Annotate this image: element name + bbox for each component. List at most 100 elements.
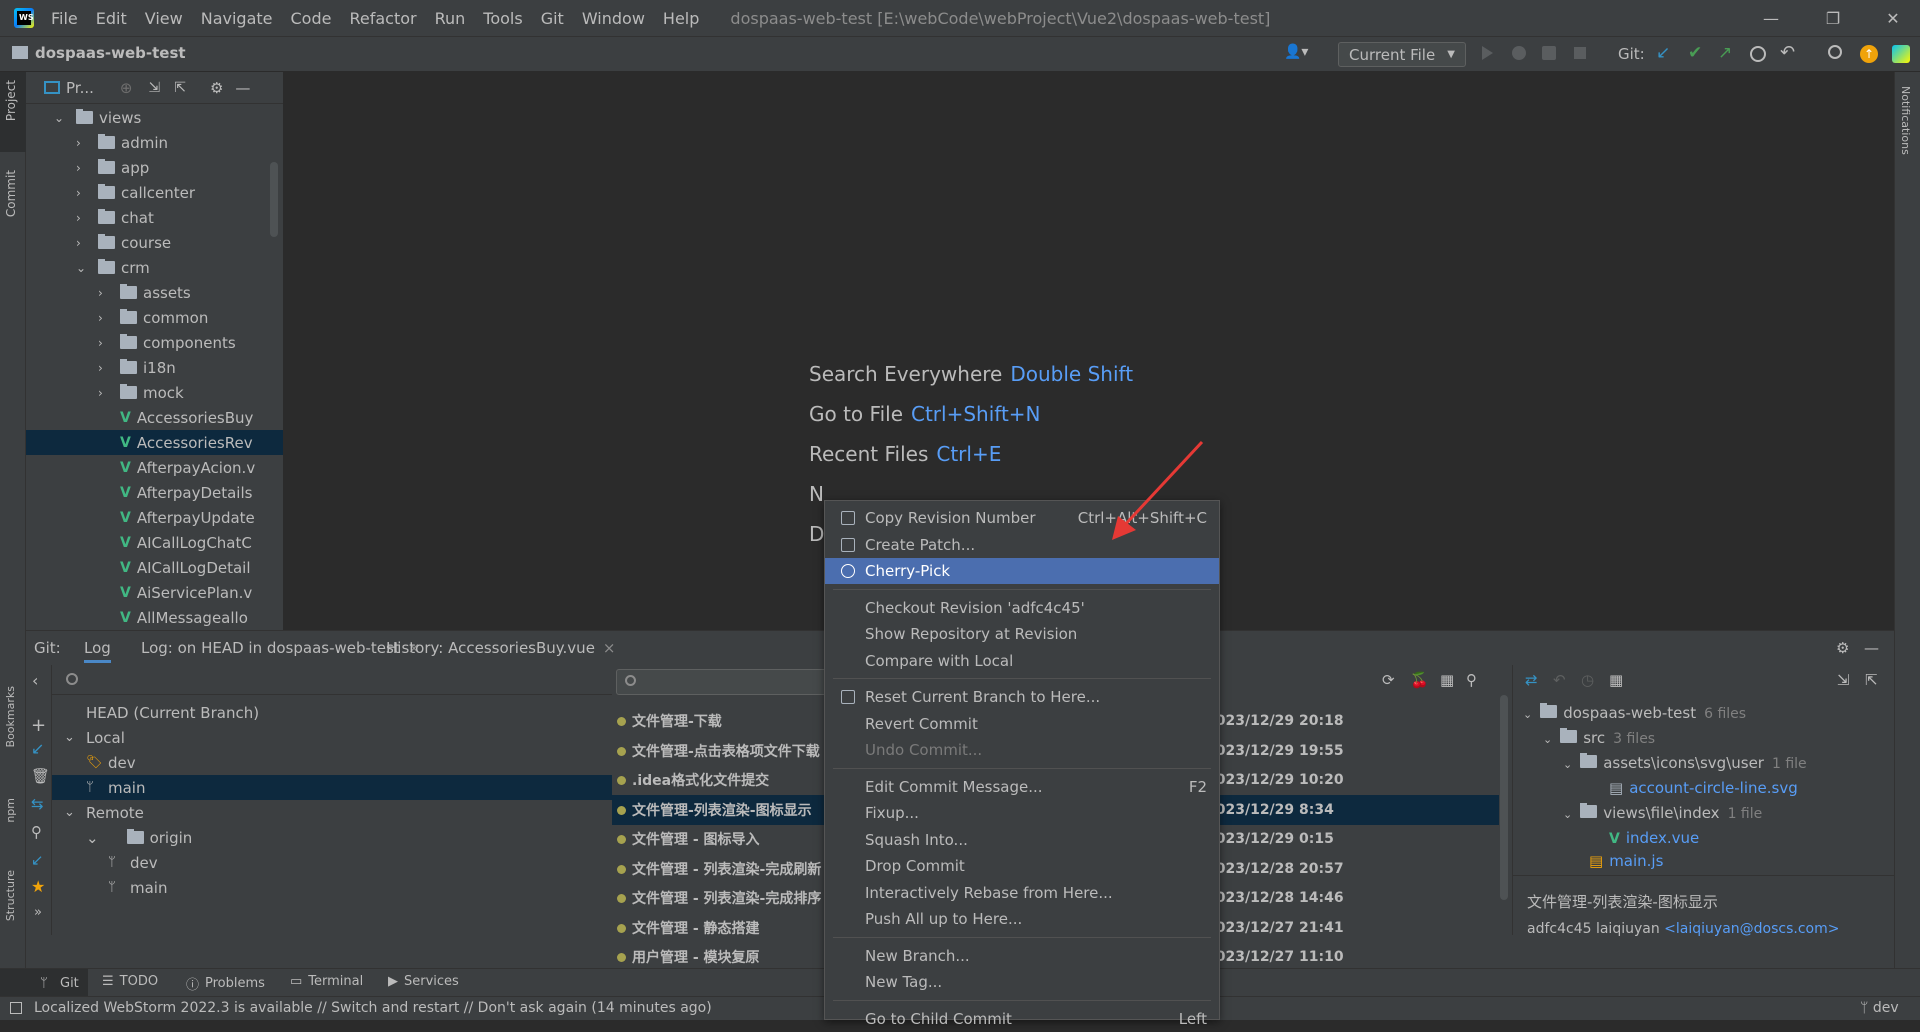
tree-folder[interactable]: ⌄ views — [26, 105, 283, 130]
tree-file[interactable]: V AICallLogChatC — [26, 530, 283, 555]
locate-icon[interactable]: ⊕ — [120, 79, 133, 97]
close-window-button[interactable]: ✕ — [1868, 0, 1918, 36]
bookmarks-tool-tab[interactable]: Bookmarks — [4, 686, 17, 747]
tree-file[interactable]: V AiServicePlan.v — [26, 580, 283, 605]
structure-tool-tab[interactable]: Structure — [4, 870, 17, 921]
branch-item[interactable]: HEAD (Current Branch) — [52, 700, 612, 725]
branch-item[interactable]: ⌄ Remote — [52, 800, 612, 825]
branch-item[interactable]: ⌄ origin — [52, 825, 612, 850]
view-options-icon[interactable]: ▦ — [1440, 671, 1454, 689]
project-tool-tab[interactable]: Project — [0, 72, 26, 152]
tree-file[interactable]: V AICallLogDetail — [26, 555, 283, 580]
menu-item-new-tag[interactable]: New Tag... — [825, 969, 1219, 995]
favorite-star-icon[interactable]: ★ — [31, 877, 45, 896]
menu-code[interactable]: Code — [282, 9, 341, 28]
branch-item[interactable]: ᛘ main — [52, 875, 612, 900]
collapse-all-icon[interactable]: ⇱ — [1865, 671, 1878, 689]
tree-file[interactable]: V AfterpayDetails — [26, 480, 283, 505]
hide-icon[interactable]: — — [235, 79, 250, 97]
cherry-pick-toolbar-icon[interactable]: 🍒 — [1410, 671, 1429, 689]
refresh-icon[interactable]: ⟳ — [1382, 671, 1395, 689]
minimize-button[interactable]: — — [1746, 0, 1796, 36]
tree-file[interactable]: V AfterpayAcion.v — [26, 455, 283, 480]
chevron-right-icon[interactable]: › — [98, 286, 112, 300]
notifications-tool-tab[interactable]: Notifications — [1899, 86, 1912, 155]
menu-refactor[interactable]: Refactor — [340, 9, 425, 28]
git-panel-hide-icon[interactable]: — — [1864, 639, 1879, 657]
commit-search-input[interactable] — [616, 669, 856, 695]
chevron-right-icon[interactable]: › — [76, 136, 90, 150]
tree-file[interactable]: V AccessoriesBuy — [26, 405, 283, 430]
fetch-icon[interactable]: ↙ — [31, 739, 44, 758]
git-panel-gear-icon[interactable]: ⚙ — [1836, 639, 1849, 657]
debug-icon[interactable] — [1512, 46, 1526, 60]
branch-item[interactable]: ᛘ main — [52, 775, 612, 800]
changes-root[interactable]: ⌄ dospaas-web-test 6 files — [1523, 703, 1746, 722]
tree-folder[interactable]: › app — [26, 155, 283, 180]
menu-run[interactable]: Run — [426, 9, 475, 28]
status-message[interactable]: Localized WebStorm 2022.3 is available /… — [34, 1000, 712, 1016]
gear-icon[interactable]: ⚙ — [210, 79, 223, 97]
npm-tool-tab[interactable]: npm — [4, 798, 17, 823]
menu-window[interactable]: Window — [573, 9, 654, 28]
project-scrollbar[interactable] — [270, 162, 278, 237]
coverage-icon[interactable] — [1542, 46, 1556, 60]
menu-file[interactable]: File — [42, 9, 87, 28]
stop-icon[interactable] — [1574, 47, 1586, 59]
tree-folder[interactable]: › callcenter — [26, 180, 283, 205]
chevron-left-icon[interactable]: ‹ — [32, 671, 38, 690]
changed-file[interactable]: ▤ main.js — [1589, 852, 1663, 870]
menu-item-edit-commit-message[interactable]: Edit Commit Message... F2 — [825, 774, 1219, 800]
commit-tool-tab[interactable]: Commit — [4, 170, 18, 217]
search-commit-icon[interactable]: ⚲ — [1466, 671, 1477, 689]
chevron-right-icon[interactable]: › — [76, 236, 90, 250]
toggle-tool-windows-icon[interactable] — [10, 1002, 22, 1014]
tree-folder[interactable]: › components — [26, 330, 283, 355]
restore-button[interactable]: ❐ — [1808, 0, 1858, 36]
branch-search-input[interactable] — [52, 665, 612, 695]
run-icon[interactable] — [1482, 46, 1493, 60]
menu-navigate[interactable]: Navigate — [192, 9, 282, 28]
changes-src[interactable]: ⌄ src 3 files — [1543, 728, 1655, 747]
menu-edit[interactable]: Edit — [87, 9, 136, 28]
tree-folder[interactable]: ⌄ crm — [26, 255, 283, 280]
chevron-down-icon[interactable]: ⌄ — [76, 261, 90, 275]
menu-git[interactable]: Git — [532, 9, 573, 28]
chevron-right-icon[interactable]: › — [76, 211, 90, 225]
tab-problems[interactable]: ⓘ Problems — [186, 974, 265, 993]
tree-folder[interactable]: › course — [26, 230, 283, 255]
branch-item[interactable]: 🏷 dev — [52, 750, 612, 775]
tab-terminal[interactable]: ▭ Terminal — [290, 974, 363, 989]
tree-folder[interactable]: › admin — [26, 130, 283, 155]
close-tab-icon[interactable]: × — [603, 639, 616, 657]
more-icon[interactable]: » — [34, 905, 42, 920]
menu-tools[interactable]: Tools — [474, 9, 531, 28]
project-breadcrumb[interactable]: dospaas-web-test — [35, 44, 186, 62]
menu-item-go-to-child-commit[interactable]: Go to Child Commit Left — [825, 1006, 1219, 1032]
chevron-down-icon[interactable]: ⌄ — [54, 111, 68, 125]
changed-file[interactable]: Vindex.vue — [1609, 829, 1699, 847]
revert-icon[interactable]: ↶ — [1553, 671, 1566, 689]
update-selected-icon[interactable]: ↙ — [31, 851, 44, 869]
author-email-link[interactable]: <laiqiuyan@doscs.com> — [1664, 921, 1839, 937]
tree-folder[interactable]: › i18n — [26, 355, 283, 380]
git-update-icon[interactable]: ↙ — [1656, 43, 1670, 63]
menu-item-interactively-rebase-from-here[interactable]: Interactively Rebase from Here... — [825, 880, 1219, 906]
history-icon[interactable]: ◷ — [1581, 671, 1594, 689]
menu-item-push-all-up-to-here[interactable]: Push All up to Here... — [825, 906, 1219, 932]
search-icon[interactable] — [1828, 45, 1842, 59]
tree-folder[interactable]: › chat — [26, 205, 283, 230]
toolbox-icon[interactable] — [1892, 45, 1910, 63]
changes-folder-index[interactable]: ⌄ views\file\index 1 file — [1563, 803, 1762, 822]
show-diff-icon[interactable]: ⇄ — [1525, 671, 1538, 689]
menu-item-reset-current-branch-to-here[interactable]: Reset Current Branch to Here... — [825, 684, 1219, 710]
expand-all-icon[interactable]: ⇲ — [148, 80, 160, 96]
tree-file[interactable]: V AccessoriesRev — [26, 430, 283, 455]
changed-file[interactable]: ▤ account-circle-line.svg — [1609, 779, 1798, 797]
compare-icon[interactable]: ⇆ — [31, 795, 44, 813]
tab-history[interactable]: History: AccessoriesBuy.vue × — [386, 639, 616, 657]
history-icon[interactable] — [1750, 46, 1766, 62]
tab-log-head[interactable]: Log: on HEAD in dospaas-web-test × — [141, 639, 420, 657]
git-commit-icon[interactable]: ✔ — [1688, 43, 1702, 63]
chevron-right-icon[interactable]: › — [98, 336, 112, 350]
